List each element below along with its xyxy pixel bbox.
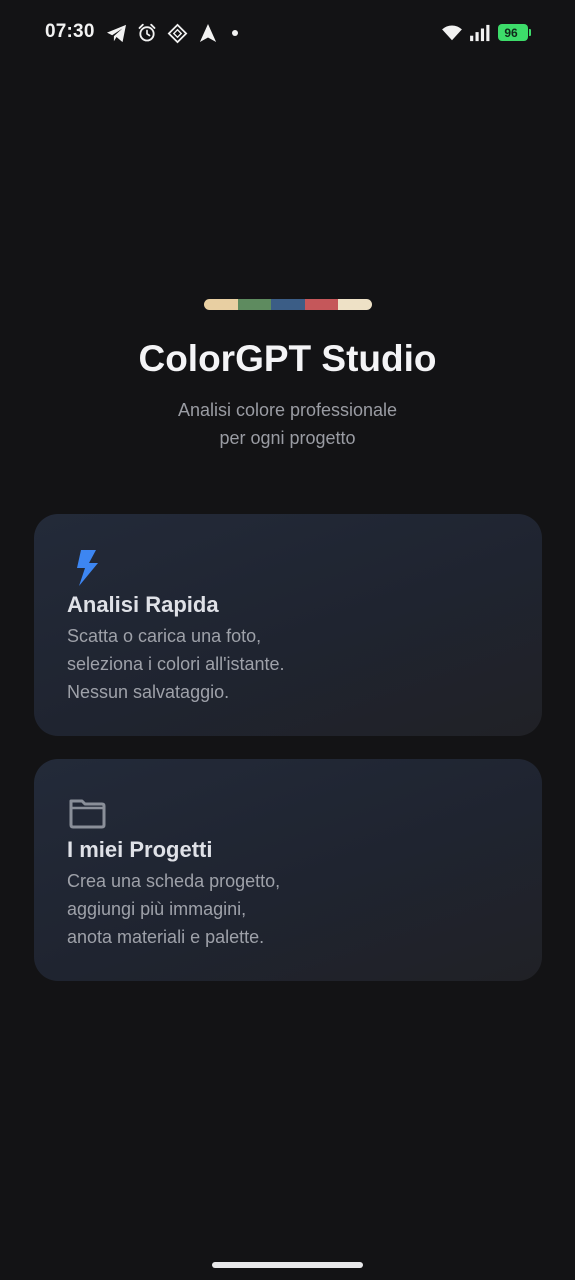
palette-swatch-2 <box>237 299 272 310</box>
status-time: 07:30 <box>45 21 95 42</box>
wifi-icon <box>441 22 463 44</box>
card-description: Crea una scheda progetto, aggiungi più i… <box>67 867 509 951</box>
card-desc-line: anota materiali e palette. <box>67 927 265 947</box>
home-indicator[interactable] <box>212 1262 363 1268</box>
telegram-icon <box>105 22 127 44</box>
folder-icon <box>67 793 107 833</box>
palette-swatch-5 <box>338 299 372 310</box>
palette-swatch-4 <box>304 299 339 310</box>
card-description: Scatta o carica una foto, seleziona i co… <box>67 622 509 706</box>
app-subtitle: Analisi colore professionale per ogni pr… <box>0 396 575 452</box>
palette-swatch-1 <box>204 299 238 310</box>
card-desc-line: Scatta o carica una foto, <box>67 626 262 646</box>
card-desc-line: aggiungi più immagini, <box>67 899 247 919</box>
alarm-icon <box>136 22 158 44</box>
signal-icon <box>469 22 491 44</box>
palette-swatch-3 <box>271 299 305 310</box>
app-title: ColorGPT Studio <box>138 338 437 379</box>
card-desc-line: Nessun salvataggio. <box>67 682 230 702</box>
card-title: Analisi Rapida <box>67 592 219 617</box>
battery-icon: 96 <box>498 24 531 41</box>
subtitle-line-2: per ogni progetto <box>219 428 356 448</box>
my-projects-card[interactable]: I miei Progetti Crea una scheda progetto… <box>34 759 542 981</box>
card-desc-line: seleziona i colori all'istante. <box>67 654 285 674</box>
quick-analysis-card[interactable]: Analisi Rapida Scatta o carica una foto,… <box>34 514 542 736</box>
card-desc-line: Crea una scheda progetto, <box>67 871 281 891</box>
lightning-icon <box>67 548 107 588</box>
status-bar: 07:30 96 <box>0 0 575 66</box>
navigation-icon <box>197 22 219 44</box>
subtitle-line-1: Analisi colore professionale <box>177 400 398 420</box>
card-title: I miei Progetti <box>67 837 213 862</box>
dot-icon <box>224 22 246 44</box>
battery-level: 96 <box>504 25 518 40</box>
palette-logo <box>204 299 372 310</box>
app-icon <box>166 22 188 44</box>
